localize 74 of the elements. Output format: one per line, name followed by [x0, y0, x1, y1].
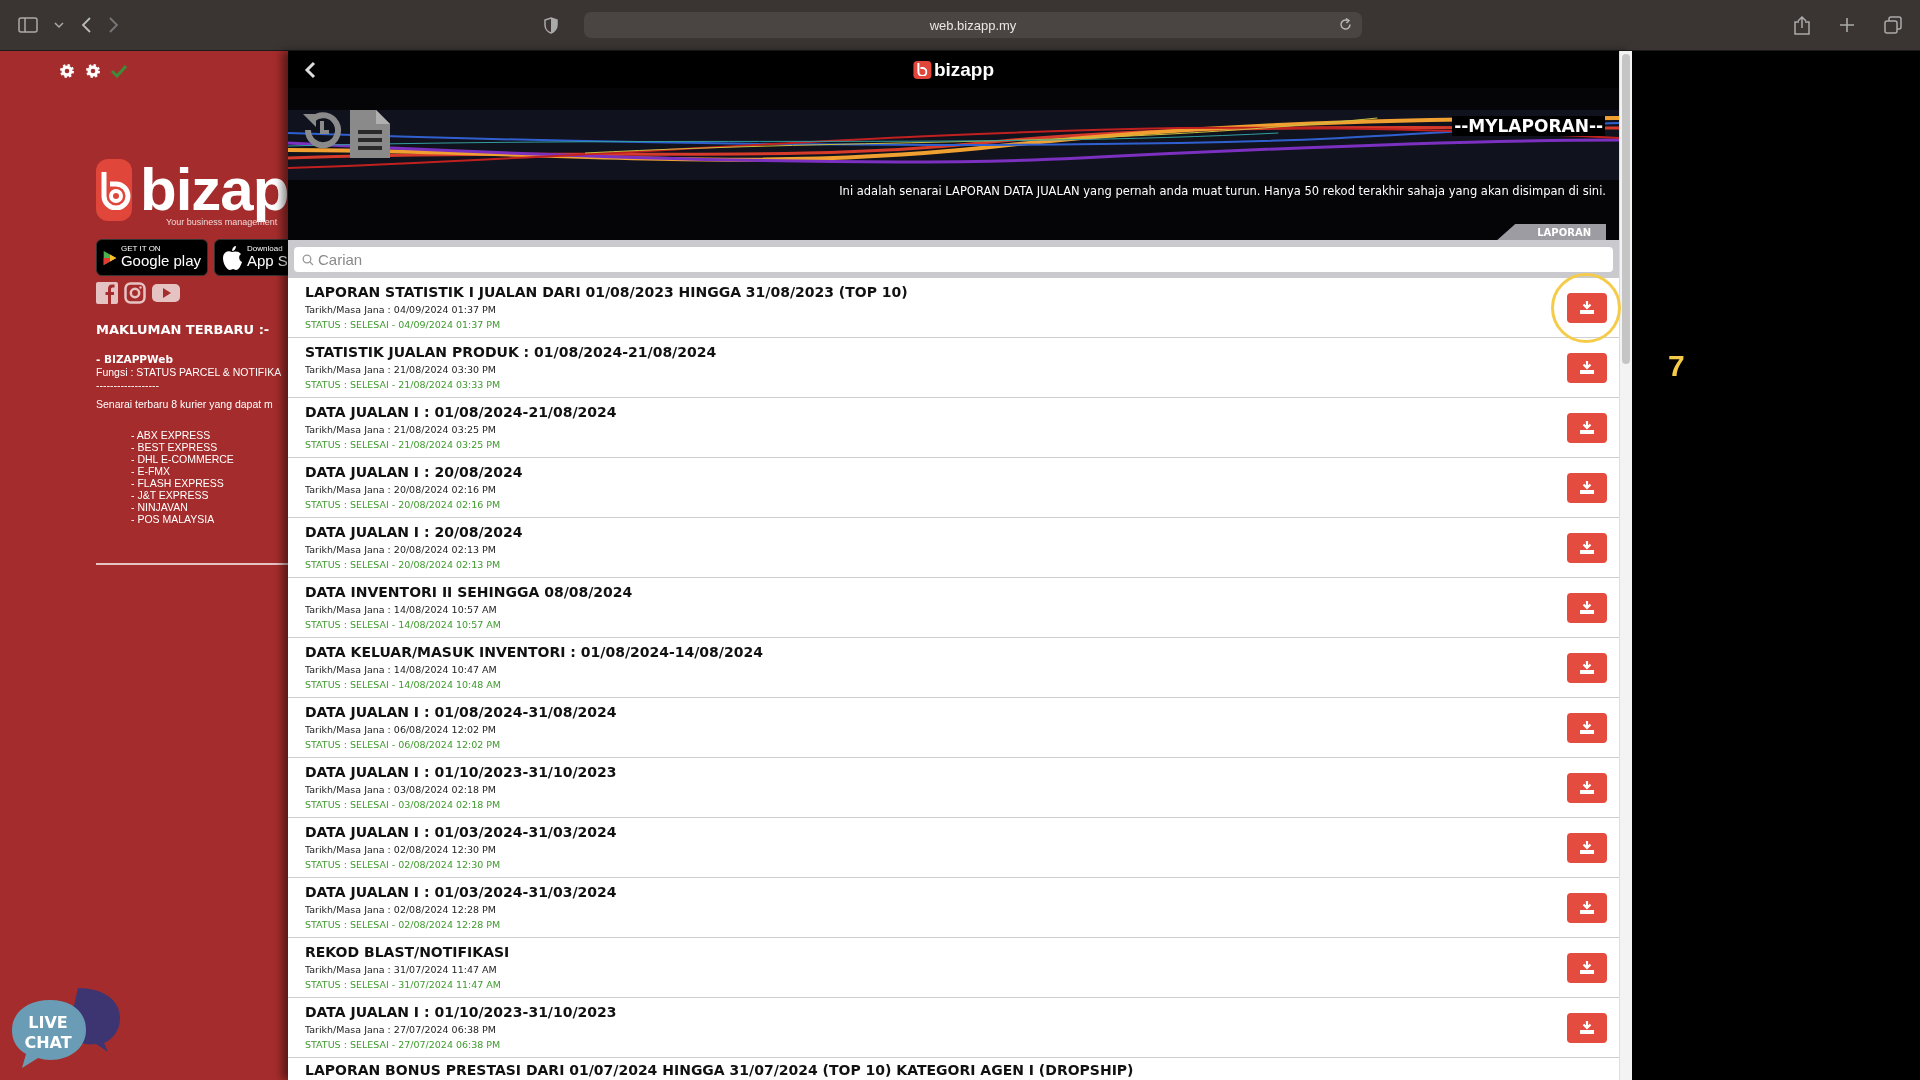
- report-title: DATA JUALAN I : 20/08/2024: [305, 464, 524, 481]
- report-status: STATUS : SELESAI - 20/08/2024 02:13 PM: [305, 559, 502, 571]
- report-title: LAPORAN BONUS PRESTASI DARI 01/07/2024 HINGGA 31/07/2024 (TOP 10) KATEGORI AGEN I (DROPSHIP): [305, 1062, 1135, 1079]
- courier-item: - NINJAVAN: [131, 501, 189, 513]
- report-status: STATUS : SELESAI - 02/08/2024 12:30 PM: [305, 859, 502, 871]
- report-row[interactable]: DATA JUALAN I : 01/08/2024-31/08/2024 Tarikh/Masa Jana : 06/08/2024 12:02 PM STATUS : SELESAI - 06/08/2024 12:02 PM: [288, 698, 1619, 758]
- report-generated-time: Tarikh/Masa Jana : 03/08/2024 02:18 PM: [305, 784, 497, 796]
- report-generated-time: Tarikh/Masa Jana : 27/07/2024 06:38 PM: [305, 1024, 497, 1036]
- annotation-number: 7: [1668, 349, 1685, 382]
- report-title: DATA JUALAN I : 01/03/2024-31/03/2024: [305, 884, 618, 901]
- report-status: STATUS : SELESAI - 21/08/2024 03:33 PM: [305, 379, 502, 391]
- report-generated-time: Tarikh/Masa Jana : 02/08/2024 12:30 PM: [305, 844, 497, 856]
- report-status: STATUS : SELESAI - 02/08/2024 12:28 PM: [305, 919, 502, 931]
- report-status: STATUS : SELESAI - 06/08/2024 12:02 PM: [305, 739, 502, 751]
- report-generated-time: Tarikh/Masa Jana : 21/08/2024 03:25 PM: [305, 424, 497, 436]
- report-row[interactable]: DATA JUALAN I : 20/08/2024 Tarikh/Masa Jana : 20/08/2024 02:13 PM STATUS : SELESAI - 20/08/2024 02:13 PM: [288, 518, 1619, 578]
- report-generated-time: Tarikh/Masa Jana : 04/09/2024 01:37 PM: [305, 304, 497, 316]
- report-title: DATA JUALAN I : 01/08/2024-31/08/2024: [305, 704, 618, 721]
- report-generated-time: Tarikh/Masa Jana : 14/08/2024 10:47 AM: [305, 664, 498, 676]
- report-title: DATA JUALAN I : 01/10/2023-31/10/2023: [305, 764, 618, 781]
- report-title: DATA JUALAN I : 01/03/2024-31/03/2024: [305, 824, 618, 841]
- page-title: --MYLAPORAN--: [1452, 116, 1605, 136]
- report-generated-time: Tarikh/Masa Jana : 14/08/2024 10:57 AM: [305, 604, 498, 616]
- courier-item: - J&T EXPRESS: [131, 489, 210, 501]
- report-generated-time: Tarikh/Masa Jana : 21/08/2024 03:30 PM: [305, 364, 497, 376]
- report-title: DATA JUALAN I : 20/08/2024: [305, 524, 524, 541]
- report-title: LAPORAN STATISTIK I JUALAN DARI 01/08/2023 HINGGA 31/08/2023 (TOP 10): [305, 284, 909, 301]
- report-status: STATUS : SELESAI - 04/09/2024 01:37 PM: [305, 319, 502, 331]
- address-bar[interactable]: web.bizapp.my: [584, 12, 1362, 38]
- report-row[interactable]: REKOD BLAST/NOTIFIKASI Tarikh/Masa Jana : 31/07/2024 11:47 AM STATUS : SELESAI - 31/07/2024 11:47 AM: [288, 938, 1619, 998]
- courier-item: - E-FMX: [131, 465, 172, 477]
- report-row[interactable]: DATA JUALAN I : 01/03/2024-31/03/2024 Tarikh/Masa Jana : 02/08/2024 12:30 PM STATUS : SELESAI - 02/08/2024 12:30 PM: [288, 818, 1619, 878]
- notice-text: ------------------: [96, 379, 160, 392]
- courier-item: - ABX EXPRESS: [131, 429, 212, 441]
- report-title: DATA JUALAN I : 01/10/2023-31/10/2023: [305, 1004, 618, 1021]
- report-status: STATUS : SELESAI - 14/08/2024 10:48 AM: [305, 679, 503, 691]
- report-row[interactable]: DATA JUALAN I : 01/08/2024-21/08/2024 Tarikh/Masa Jana : 21/08/2024 03:25 PM STATUS : SELESAI - 21/08/2024 03:25 PM: [288, 398, 1619, 458]
- courier-item: - POS MALAYSIA: [131, 513, 216, 525]
- report-title: DATA INVENTORI II SEHINGGA 08/08/2024: [305, 584, 634, 601]
- logo-text: bizapp: [933, 58, 995, 81]
- report-row[interactable]: STATISTIK JUALAN PRODUK : 01/08/2024-21/08/2024 Tarikh/Masa Jana : 21/08/2024 03:30 PM STATUS : SELESAI - 21/08/2024 03:33 PM: [288, 338, 1619, 398]
- report-generated-time: Tarikh/Masa Jana : 20/08/2024 02:16 PM: [305, 484, 497, 496]
- report-row[interactable]: DATA INVENTORI II SEHINGGA 08/08/2024 Tarikh/Masa Jana : 14/08/2024 10:57 AM STATUS : SELESAI - 14/08/2024 10:57 AM: [288, 578, 1619, 638]
- notice-heading: - BIZAPPWeb: [96, 353, 174, 366]
- store-badge[interactable]: Download App S: [214, 239, 288, 276]
- report-status: STATUS : SELESAI - 31/07/2024 11:47 AM: [305, 979, 503, 991]
- report-status: STATUS : SELESAI - 27/07/2024 06:38 PM: [305, 1039, 502, 1051]
- report-status: STATUS : SELESAI - 03/08/2024 02:18 PM: [305, 799, 502, 811]
- store-badge[interactable]: GET IT ON Google play: [96, 239, 208, 276]
- courier-item: - DHL E-COMMERCE: [131, 453, 235, 465]
- report-row[interactable]: DATA JUALAN I : 01/10/2023-31/10/2023 Tarikh/Masa Jana : 03/08/2024 02:18 PM STATUS : SELESAI - 03/08/2024 02:18 PM: [288, 758, 1619, 818]
- report-status: STATUS : SELESAI - 14/08/2024 10:57 AM: [305, 619, 503, 631]
- report-title: STATISTIK JUALAN PRODUK : 01/08/2024-21/08/2024: [305, 344, 718, 361]
- notice-text: Fungsi : STATUS PARCEL & NOTIFIKA: [96, 366, 283, 379]
- report-generated-time: Tarikh/Masa Jana : 02/08/2024 12:28 PM: [305, 904, 497, 916]
- notice-text: Senarai terbaru 8 kurier yang dapat m: [96, 398, 274, 411]
- report-row[interactable]: DATA JUALAN I : 20/08/2024 Tarikh/Masa Jana : 20/08/2024 02:16 PM STATUS : SELESAI - 20/08/2024 02:16 PM: [288, 458, 1619, 518]
- page-description: Ini adalah senarai LAPORAN DATA JUALAN yang pernah anda muat turun. Hanya 50 rekod terakhir sahaja yang akan disimpan di sini.: [839, 184, 1606, 198]
- search-field[interactable]: Carian: [294, 247, 1613, 272]
- notice-title: MAKLUMAN TERBARU :-: [96, 322, 271, 337]
- report-row[interactable]: DATA KELUAR/MASUK INVENTORI : 01/08/2024-14/08/2024 Tarikh/Masa Jana : 14/08/2024 10:47 AM STATUS : SELESAI - 14/08/2024 10:48 AM: [288, 638, 1619, 698]
- report-generated-time: Tarikh/Masa Jana : 20/08/2024 02:13 PM: [305, 544, 497, 556]
- report-generated-time: Tarikh/Masa Jana : 31/07/2024 11:47 AM: [305, 964, 498, 976]
- report-title: DATA JUALAN I : 01/08/2024-21/08/2024: [305, 404, 618, 421]
- report-status: STATUS : SELESAI - 20/08/2024 02:16 PM: [305, 499, 502, 511]
- courier-item: - FLASH EXPRESS: [131, 477, 225, 489]
- report-title: DATA KELUAR/MASUK INVENTORI : 01/08/2024-14/08/2024: [305, 644, 764, 661]
- logo-text: bizap: [140, 160, 288, 220]
- report-generated-time: Tarikh/Masa Jana : 06/08/2024 12:02 PM: [305, 724, 497, 736]
- courier-item: - BEST EXPRESS: [131, 441, 219, 453]
- report-status: STATUS : SELESAI - 21/08/2024 03:25 PM: [305, 439, 502, 451]
- report-row[interactable]: DATA JUALAN I : 01/03/2024-31/03/2024 Tarikh/Masa Jana : 02/08/2024 12:28 PM STATUS : SELESAI - 02/08/2024 12:28 PM: [288, 878, 1619, 938]
- report-title: REKOD BLAST/NOTIFIKASI: [305, 944, 511, 961]
- report-row[interactable]: DATA JUALAN I : 01/10/2023-31/10/2023 Tarikh/Masa Jana : 27/07/2024 06:38 PM STATUS : SELESAI - 27/07/2024 06:38 PM: [288, 998, 1619, 1058]
